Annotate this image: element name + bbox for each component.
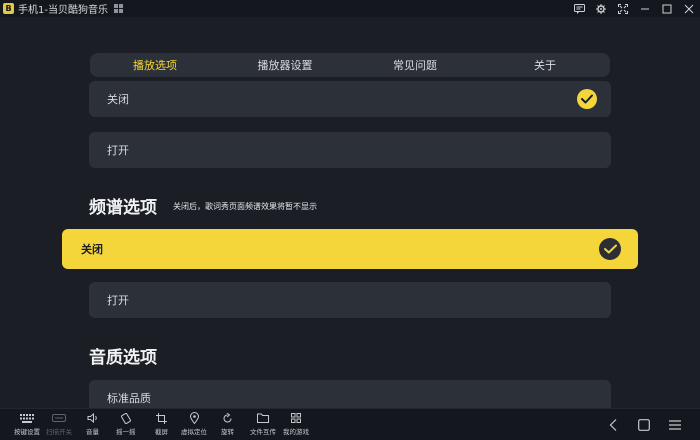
settings-gear-icon[interactable] (594, 2, 608, 15)
key-settings-button[interactable]: 按键设置 (14, 412, 40, 438)
back-icon[interactable] (603, 415, 623, 435)
play-option-on[interactable]: 打开 (89, 132, 611, 168)
tab-about[interactable]: 关于 (480, 53, 610, 77)
virtual-location-button[interactable]: 虚拟定位 (181, 412, 207, 438)
play-option-off[interactable]: 关闭 (89, 81, 611, 117)
option-label: 标准品质 (107, 392, 151, 405)
location-icon (189, 412, 199, 424)
title-bar: B 手机1-当贝酷狗音乐 (0, 0, 700, 17)
scan-icon (52, 412, 66, 424)
tab-play-options[interactable]: 播放选项 (90, 53, 220, 77)
spectrum-section-title: 频谱选项 (89, 198, 157, 218)
spectrum-option-off[interactable]: 关闭 (62, 229, 638, 269)
tab-faq[interactable]: 常见问题 (350, 53, 480, 77)
spectrum-hint: 关闭后，歌词秀页面频谱效果将暂不显示 (173, 202, 317, 211)
option-label: 打开 (107, 144, 129, 157)
window-title: 手机1-当贝酷狗音乐 (18, 5, 108, 16)
rotate-icon (222, 412, 233, 424)
fullscreen-icon[interactable] (616, 2, 630, 15)
crop-icon (156, 412, 167, 424)
apps-icon (291, 412, 301, 424)
chat-icon[interactable] (572, 2, 586, 15)
shake-icon (120, 412, 132, 424)
checkmark-icon (577, 89, 597, 109)
close-icon[interactable] (682, 2, 696, 15)
home-icon[interactable] (634, 415, 654, 435)
emulator-toolbar: 按键设置 扫描开关 音量 摇一摇 截屏 虚拟定位 旋转 文件互传 我的游戏 (0, 408, 700, 440)
app-logo-icon: B (3, 3, 14, 14)
spectrum-option-on[interactable]: 打开 (89, 282, 611, 318)
tab-bar: 播放选项 播放器设置 常见问题 关于 (90, 53, 610, 77)
volume-button[interactable]: 音量 (86, 412, 99, 438)
volume-icon (87, 412, 99, 424)
checkmark-icon (599, 238, 621, 260)
tab-player-settings[interactable]: 播放器设置 (220, 53, 350, 77)
minimize-icon[interactable] (638, 2, 652, 15)
folder-icon (257, 412, 269, 424)
menu-icon[interactable] (665, 415, 685, 435)
shake-button[interactable]: 摇一摇 (116, 412, 136, 438)
file-transfer-button[interactable]: 文件互传 (250, 412, 276, 438)
my-games-button[interactable]: 我的游戏 (283, 412, 309, 438)
keyboard-icon (20, 412, 34, 424)
scan-toggle-button[interactable]: 扫描开关 (46, 412, 72, 438)
option-label: 打开 (107, 294, 129, 307)
screenshot-button[interactable]: 截屏 (155, 412, 168, 438)
option-label: 关闭 (81, 243, 103, 256)
rotate-button[interactable]: 旋转 (221, 412, 234, 438)
quality-option-standard[interactable]: 标准品质 (89, 380, 611, 408)
quality-section-title: 音质选项 (89, 348, 157, 368)
maximize-icon[interactable] (660, 2, 674, 15)
grid-view-icon[interactable] (113, 4, 123, 13)
settings-page: 播放选项 播放器设置 常见问题 关于 关闭 打开 频谱选项 关闭后，歌词秀页面频… (0, 17, 700, 408)
option-label: 关闭 (107, 93, 129, 106)
